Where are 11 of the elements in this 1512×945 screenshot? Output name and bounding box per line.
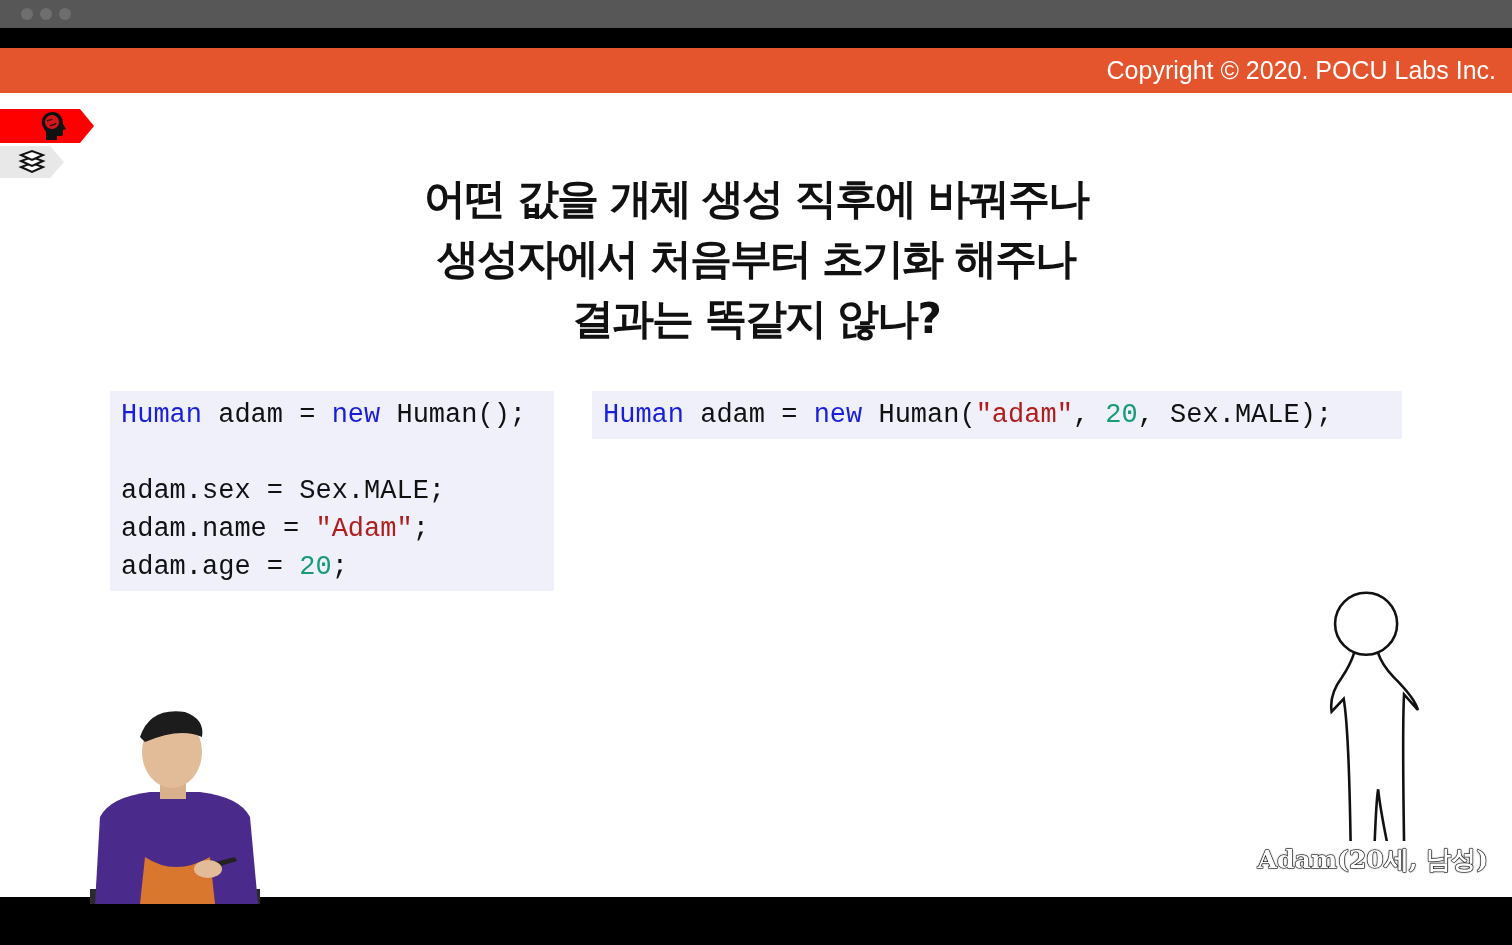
- code-line: adam.name = "Adam";: [121, 513, 430, 546]
- copyright-text: Copyright © 2020. POCU Labs Inc.: [1106, 56, 1496, 85]
- slide-title: 어떤 값을 개체 생성 직후에 바꿔주나 생성자에서 처음부터 초기화 해주나 결과는 똑같지 않나?: [424, 173, 1088, 345]
- code-line: adam.sex = Sex.MALE;: [121, 475, 447, 508]
- code-line: Human adam = new Human();: [121, 399, 528, 432]
- character-caption: Adam(20세, 남성): [1257, 844, 1488, 876]
- books-icon: [18, 149, 46, 175]
- section-tab[interactable]: [0, 146, 64, 178]
- code-line: Human adam = new Human("adam", 20, Sex.MALE);: [603, 399, 1334, 432]
- section-tab[interactable]: [0, 109, 94, 143]
- code-line: adam.age = 20;: [121, 551, 349, 584]
